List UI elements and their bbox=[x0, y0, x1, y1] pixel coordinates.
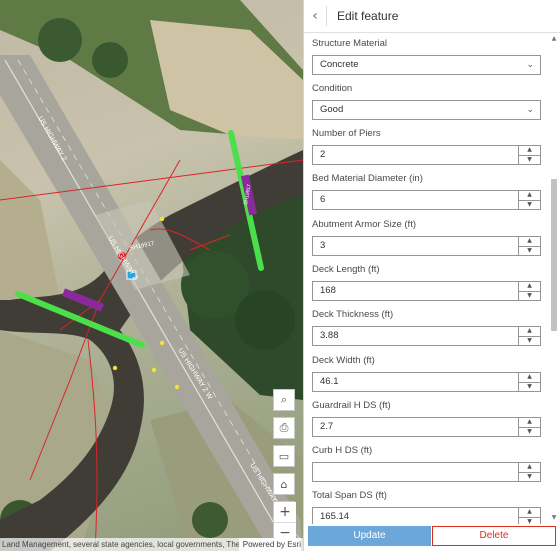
scroll-down-icon[interactable]: ▼ bbox=[550, 514, 558, 522]
condition-select[interactable]: Good ⌄ bbox=[312, 100, 541, 120]
stepper-up-icon[interactable]: ▲ bbox=[519, 327, 540, 336]
feature-form: Structure Material Concrete ⌄ Condition … bbox=[304, 33, 560, 524]
field-structure-material: Structure Material Concrete ⌄ bbox=[312, 38, 541, 75]
stepper-up-icon[interactable]: ▲ bbox=[519, 146, 540, 155]
select-value: Concrete bbox=[320, 59, 359, 70]
field-deck-width: Deck Width (ft) 46.1 ▲ ▼ bbox=[312, 355, 541, 392]
field-label: Structure Material bbox=[312, 38, 387, 49]
abutment-armor-size-stepper: ▲ ▼ bbox=[519, 236, 541, 256]
total-span-ds-stepper: ▲ ▼ bbox=[519, 507, 541, 524]
field-deck-thickness: Deck Thickness (ft) 3.88 ▲ ▼ bbox=[312, 309, 541, 346]
stepper-up-icon[interactable]: ▲ bbox=[519, 418, 540, 427]
abutment-armor-size-input[interactable]: 3 bbox=[312, 236, 519, 256]
stepper-down-icon[interactable]: ▼ bbox=[519, 335, 540, 346]
field-label: Deck Length (ft) bbox=[312, 264, 380, 275]
zoom-in-button[interactable]: + bbox=[274, 502, 296, 522]
deck-length-stepper: ▲ ▼ bbox=[519, 281, 541, 301]
deck-width-input[interactable]: 46.1 bbox=[312, 372, 519, 392]
stepper-down-icon[interactable]: ▼ bbox=[519, 290, 540, 301]
back-icon[interactable]: ‹ bbox=[304, 0, 326, 33]
attribution-text: Land Management, several state agencies,… bbox=[2, 540, 261, 549]
number-of-piers-stepper: ▲ ▼ bbox=[519, 145, 541, 165]
panel-footer: Update Delete bbox=[304, 524, 560, 551]
zoom-control: + − bbox=[273, 501, 296, 543]
chevron-down-icon: ⌄ bbox=[526, 60, 534, 70]
stepper-up-icon[interactable]: ▲ bbox=[519, 373, 540, 382]
stepper-up-icon[interactable]: ▲ bbox=[519, 282, 540, 291]
search-icon[interactable]: ⌕ bbox=[273, 389, 295, 411]
bed-material-diameter-stepper: ▲ ▼ bbox=[519, 190, 541, 210]
structure-material-select[interactable]: Concrete ⌄ bbox=[312, 55, 541, 75]
field-label: Deck Width (ft) bbox=[312, 355, 375, 366]
field-label: Abutment Armor Size (ft) bbox=[312, 219, 417, 230]
stepper-down-icon[interactable]: ▼ bbox=[519, 245, 540, 256]
stepper-up-icon[interactable]: ▲ bbox=[519, 237, 540, 246]
powered-by-esri[interactable]: Powered by Esri bbox=[238, 538, 301, 551]
header-divider bbox=[326, 6, 327, 26]
stepper-down-icon[interactable]: ▼ bbox=[519, 471, 540, 482]
deck-thickness-input[interactable]: 3.88 bbox=[312, 326, 519, 346]
scroll-up-icon[interactable]: ▲ bbox=[550, 35, 558, 43]
field-label: Total Span DS (ft) bbox=[312, 490, 387, 501]
stepper-down-icon[interactable]: ▼ bbox=[519, 199, 540, 210]
panel-header: ‹ Edit feature bbox=[304, 0, 560, 33]
number-of-piers-input[interactable]: 2 bbox=[312, 145, 519, 165]
guardrail-h-ds-stepper: ▲ ▼ bbox=[519, 417, 541, 437]
field-total-span-ds: Total Span DS (ft) 165.14 ▲ ▼ bbox=[312, 490, 541, 524]
field-label: Bed Material Diameter (in) bbox=[312, 173, 423, 184]
deck-width-stepper: ▲ ▼ bbox=[519, 372, 541, 392]
stepper-down-icon[interactable]: ▼ bbox=[519, 516, 540, 524]
bed-material-diameter-input[interactable]: 6 bbox=[312, 190, 519, 210]
field-label: Deck Thickness (ft) bbox=[312, 309, 394, 320]
form-scrollbar[interactable]: ▲ ▼ bbox=[549, 33, 559, 524]
curb-h-ds-input[interactable] bbox=[312, 462, 519, 482]
field-label: Number of Piers bbox=[312, 128, 381, 139]
curb-h-ds-stepper: ▲ ▼ bbox=[519, 462, 541, 482]
update-button[interactable]: Update bbox=[308, 526, 431, 546]
chevron-down-icon: ⌄ bbox=[526, 105, 534, 115]
print-icon[interactable]: ⎙ bbox=[273, 417, 295, 439]
field-condition: Condition Good ⌄ bbox=[312, 83, 541, 120]
field-abutment-armor-size: Abutment Armor Size (ft) 3 ▲ ▼ bbox=[312, 219, 541, 256]
delete-button[interactable]: Delete bbox=[432, 526, 556, 546]
edit-feature-panel: ‹ Edit feature Structure Material Concre… bbox=[303, 0, 560, 551]
stepper-up-icon[interactable]: ▲ bbox=[519, 463, 540, 472]
stepper-down-icon[interactable]: ▼ bbox=[519, 381, 540, 392]
field-label: Condition bbox=[312, 83, 353, 94]
guardrail-h-ds-input[interactable]: 2.7 bbox=[312, 417, 519, 437]
map-view[interactable]: US HIGHWAY 2 US HIGHWAY 2 US HIGHWAY 2 W… bbox=[0, 0, 303, 551]
panel-title: Edit feature bbox=[337, 9, 399, 23]
aerial-imagery: US HIGHWAY 2 US HIGHWAY 2 US HIGHWAY 2 W… bbox=[0, 0, 303, 551]
basemap-icon[interactable]: ▭ bbox=[273, 445, 295, 467]
field-number-of-piers: Number of Piers 2 ▲ ▼ bbox=[312, 128, 541, 165]
field-label: Curb H DS (ft) bbox=[312, 445, 373, 456]
field-deck-length: Deck Length (ft) 168 ▲ ▼ bbox=[312, 264, 541, 301]
scroll-thumb[interactable] bbox=[551, 179, 557, 331]
deck-thickness-stepper: ▲ ▼ bbox=[519, 326, 541, 346]
map-toolbar: ⌕ ⎙ ▭ ⌂ + − bbox=[273, 389, 296, 543]
stepper-down-icon[interactable]: ▼ bbox=[519, 426, 540, 437]
field-bed-material-diameter: Bed Material Diameter (in) 6 ▲ ▼ bbox=[312, 173, 541, 210]
stepper-up-icon[interactable]: ▲ bbox=[519, 191, 540, 200]
select-value: Good bbox=[320, 104, 344, 115]
field-label: Guardrail H DS (ft) bbox=[312, 400, 391, 411]
stepper-down-icon[interactable]: ▼ bbox=[519, 154, 540, 165]
deck-length-input[interactable]: 168 bbox=[312, 281, 519, 301]
stepper-up-icon[interactable]: ▲ bbox=[519, 508, 540, 517]
map-attribution: Land Management, several state agencies,… bbox=[0, 538, 303, 551]
home-icon[interactable]: ⌂ bbox=[273, 473, 295, 495]
field-guardrail-h-ds: Guardrail H DS (ft) 2.7 ▲ ▼ bbox=[312, 400, 541, 437]
total-span-ds-input[interactable]: 165.14 bbox=[312, 507, 519, 524]
field-curb-h-ds: Curb H DS (ft) ▲ ▼ bbox=[312, 445, 541, 482]
